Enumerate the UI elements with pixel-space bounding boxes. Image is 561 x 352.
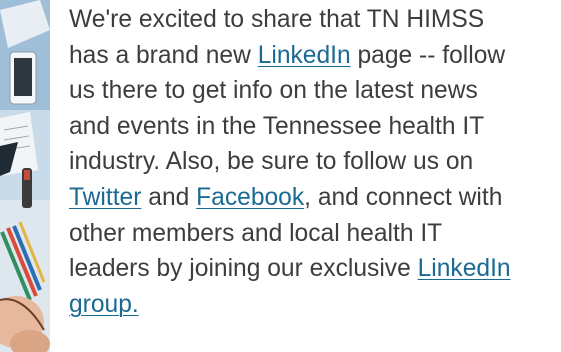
body-text: us there to get info on the latest news <box>69 77 478 105</box>
facebook-link[interactable]: Facebook <box>196 184 304 211</box>
text-line: leaders by joining our exclusive LinkedI… <box>69 251 561 287</box>
text-line: Twitter and Facebook, and connect with <box>69 180 561 216</box>
text-line: We're excited to share that TN HIMSS <box>69 2 561 38</box>
body-text: and events in the Tennessee health IT <box>69 112 485 140</box>
group-link[interactable]: group. <box>69 291 139 318</box>
page: We're excited to share that TN HIMSS has … <box>0 0 561 352</box>
body-text: and <box>141 183 197 211</box>
text-line: group. <box>69 287 561 323</box>
linkedin-link[interactable]: LinkedIn <box>418 255 511 282</box>
text-line: other members and local health IT <box>69 216 561 252</box>
text-line: has a brand new LinkedIn page -- follow <box>69 38 561 74</box>
desk-workspace-photo <box>0 0 50 352</box>
body-text: page -- follow <box>350 41 506 69</box>
linkedin-link[interactable]: LinkedIn <box>258 42 351 69</box>
text-line: and events in the Tennessee health IT <box>69 109 561 145</box>
body-text: , and connect with <box>304 183 503 211</box>
text-line: us there to get info on the latest news <box>69 73 561 109</box>
body-text: industry. Also, be sure to follow us on <box>69 148 474 176</box>
body-text: other members and local health IT <box>69 219 443 247</box>
body-text: has a brand new <box>69 41 258 69</box>
twitter-link[interactable]: Twitter <box>69 184 141 211</box>
text-line: industry. Also, be sure to follow us on <box>69 144 561 180</box>
body-text: leaders by joining our exclusive <box>69 255 418 283</box>
article-text: We're excited to share that TN HIMSS has … <box>69 2 561 322</box>
body-text: We're excited to share that TN HIMSS <box>69 6 485 33</box>
